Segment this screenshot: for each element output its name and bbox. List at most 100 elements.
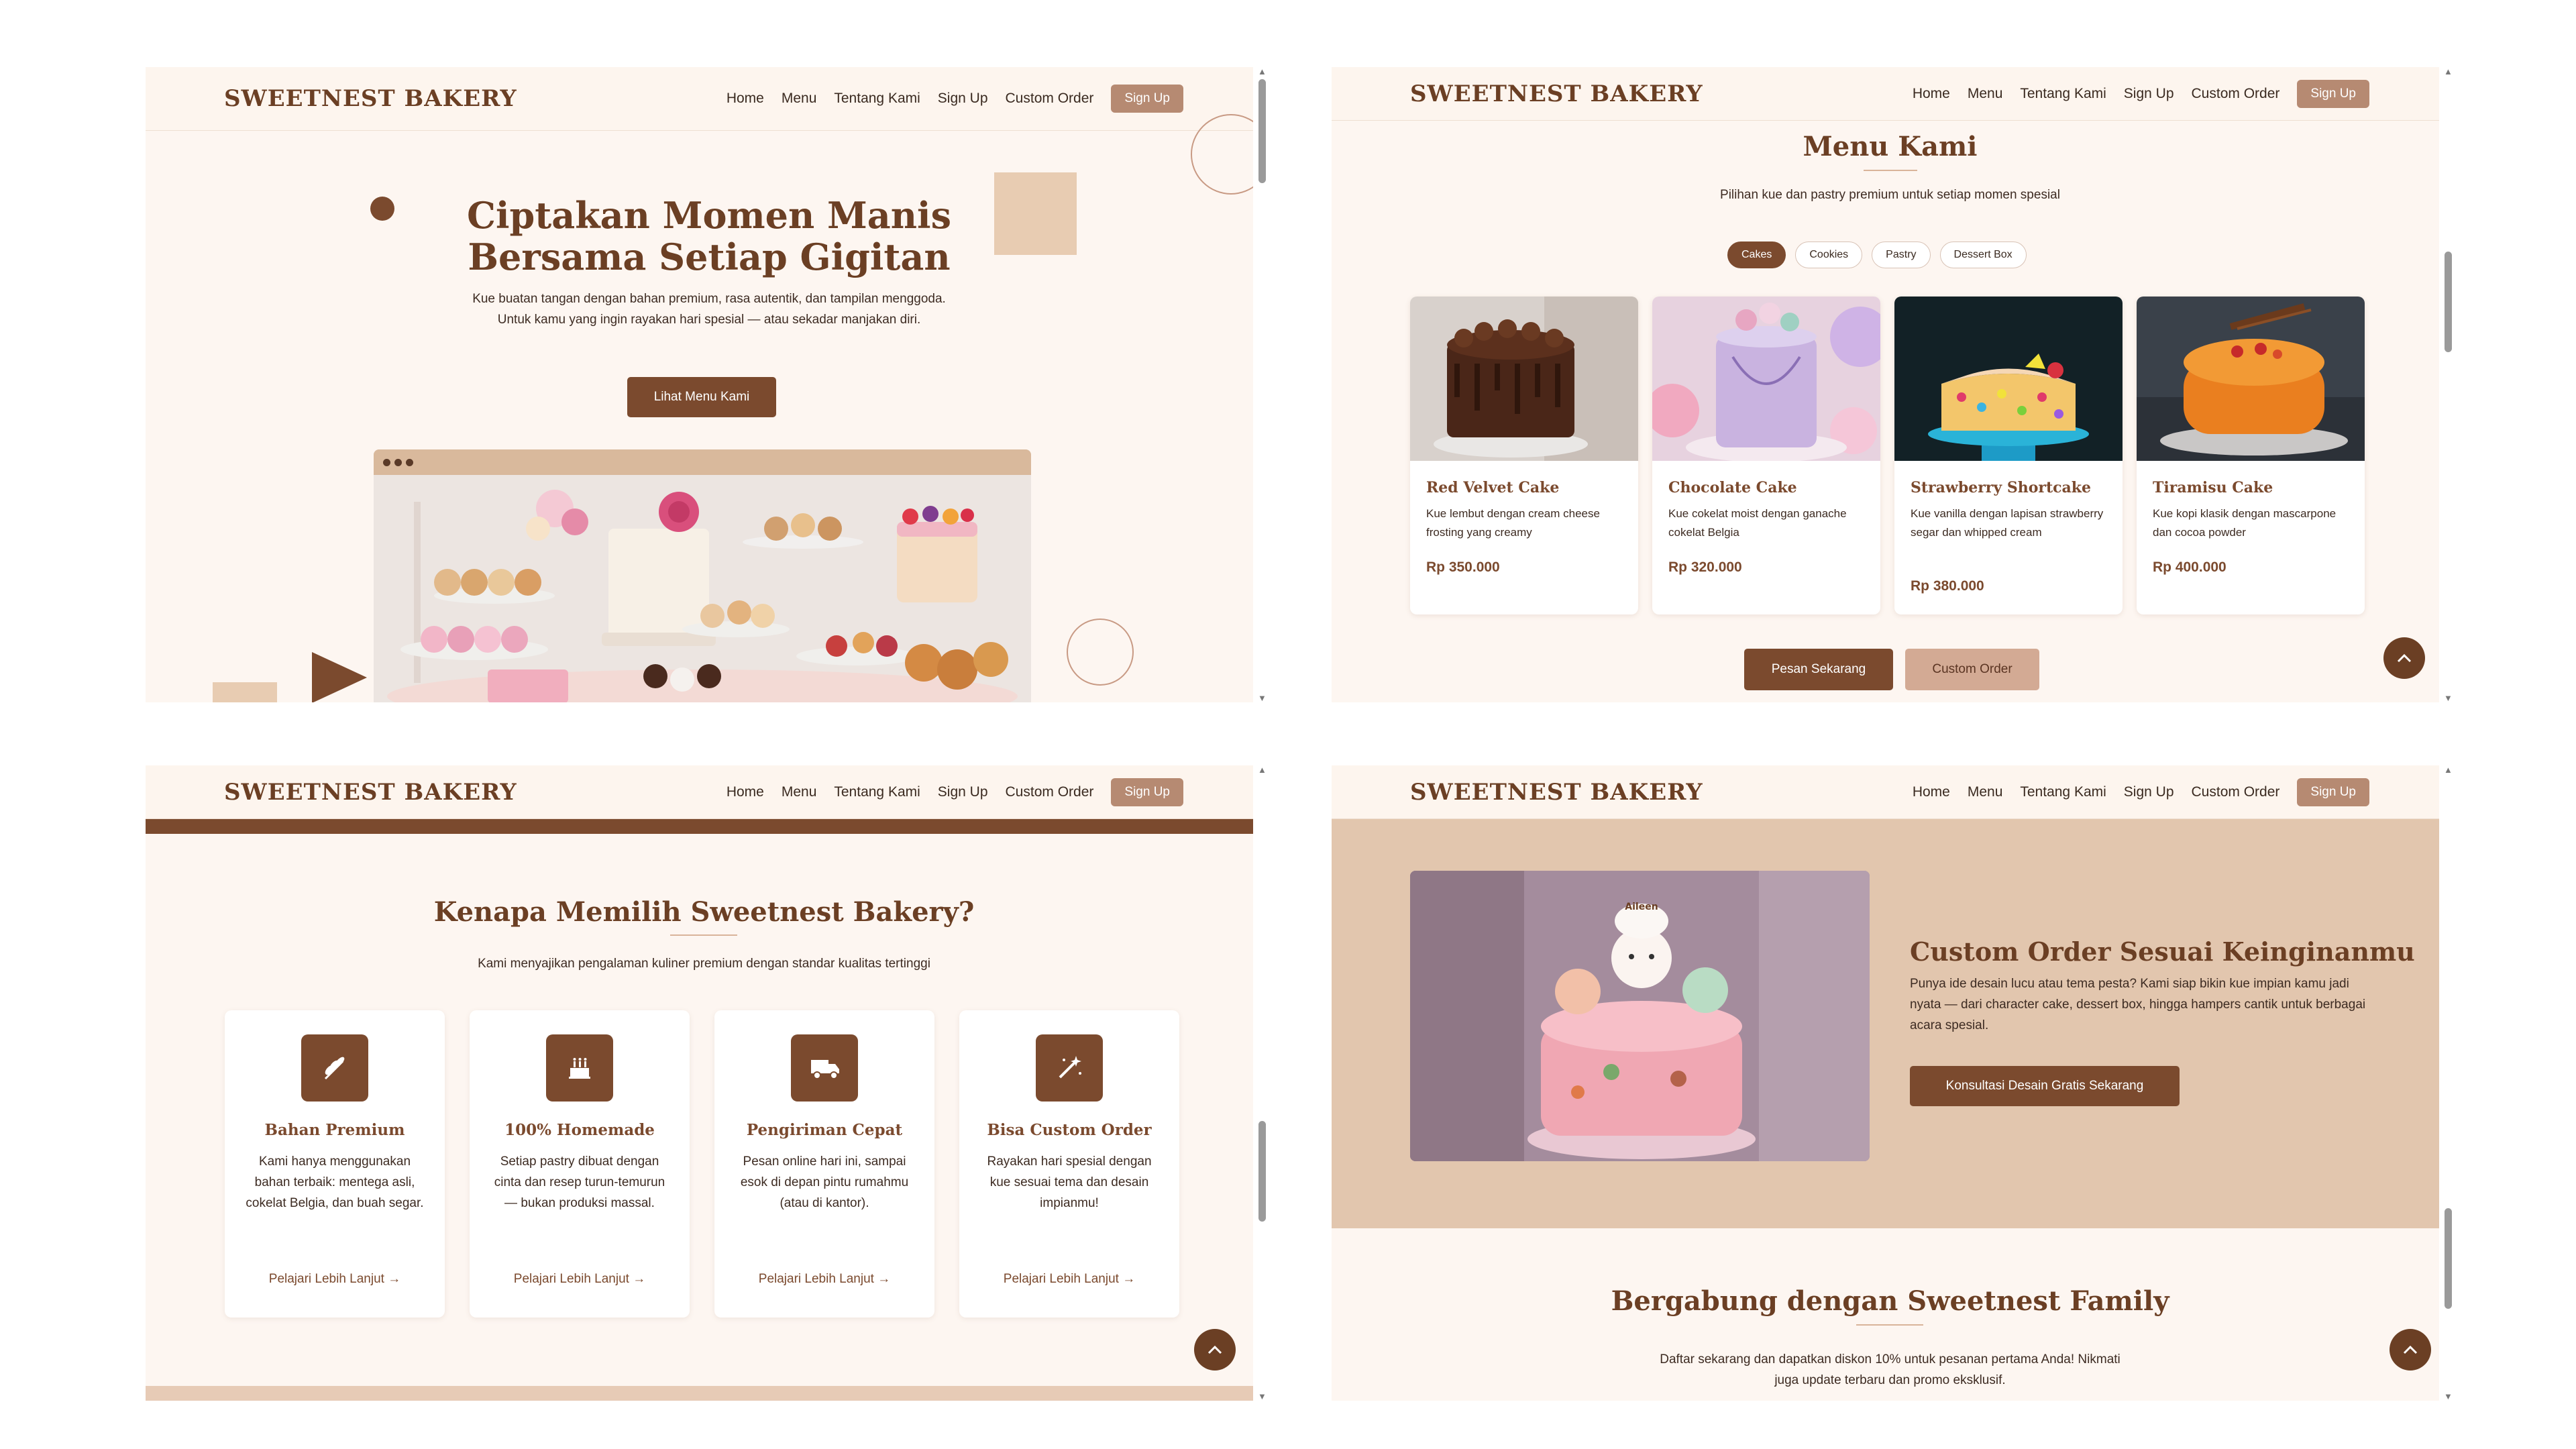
nav-home[interactable]: Home [727, 91, 764, 107]
page-scrollbar-1[interactable]: ▲ ▼ [1253, 67, 1272, 702]
nav-signup-link[interactable]: Sign Up [938, 784, 988, 800]
feature-title: Pengiriman Cepat [746, 1121, 903, 1139]
custom-order-button[interactable]: Custom Order [1905, 649, 2039, 690]
filter-cookies[interactable]: Cookies [1795, 241, 1863, 268]
navbar: SWEETNEST BAKERY Home Menu Tentang Kami … [1332, 765, 2449, 819]
back-to-top-button[interactable] [2390, 1329, 2431, 1371]
scroll-thumb[interactable] [1258, 79, 1266, 183]
consultation-button[interactable]: Konsultasi Desain Gratis Sekarang [1910, 1066, 2180, 1106]
feature-title: 100% Homemade [504, 1121, 655, 1139]
back-to-top-button[interactable] [2383, 637, 2425, 679]
nav-menu-link[interactable]: Menu [1968, 86, 2003, 102]
nav-signup-link[interactable]: Sign Up [2124, 86, 2174, 102]
nav-signup-link[interactable]: Sign Up [2124, 784, 2174, 800]
scroll-down-arrow[interactable]: ▼ [1258, 1392, 1267, 1401]
brand-logo[interactable]: SWEETNEST BAKERY [224, 85, 517, 112]
product-card[interactable]: Tiramisu Cake Kue kopi klasik dengan mas… [2137, 297, 2365, 614]
brand-logo[interactable]: SWEETNEST BAKERY [1410, 80, 1703, 107]
learn-more-link[interactable]: Pelajari Lebih Lanjut → [714, 1272, 934, 1287]
product-description: Kue cokelat moist dengan ganache cokelat… [1668, 507, 1847, 539]
nav-about[interactable]: Tentang Kami [2020, 784, 2106, 800]
scroll-up-arrow[interactable]: ▲ [2444, 67, 2453, 76]
scroll-down-arrow[interactable]: ▼ [2444, 1392, 2453, 1401]
nav-about[interactable]: Tentang Kami [2020, 86, 2106, 102]
product-card[interactable]: Chocolate Cake Kue cokelat moist dengan … [1652, 297, 1880, 614]
order-now-button[interactable]: Pesan Sekarang [1744, 649, 1893, 690]
product-name: Red Velvet Cake [1426, 479, 1560, 496]
decor-ring [1191, 114, 1263, 195]
decor-ring-small [1067, 619, 1134, 686]
page-scrollbar-4[interactable]: ▲ ▼ [2439, 765, 2458, 1401]
scroll-thumb[interactable] [2445, 252, 2452, 352]
back-to-top-button[interactable] [1194, 1329, 1236, 1371]
feature-card: Bisa Custom Order Rayakan hari spesial d… [959, 1010, 1179, 1318]
brand-logo[interactable]: SWEETNEST BAKERY [1410, 779, 1703, 806]
nav-about[interactable]: Tentang Kami [834, 784, 920, 800]
learn-more-link[interactable]: Pelajari Lebih Lanjut → [959, 1272, 1179, 1287]
nav-menu: Home Menu Tentang Kami Sign Up Custom Or… [727, 777, 1183, 806]
nav-custom-order[interactable]: Custom Order [1006, 784, 1094, 800]
nav-menu-link[interactable]: Menu [1968, 784, 2003, 800]
title-underline [1856, 1324, 1923, 1326]
signup-button[interactable]: Sign Up [2297, 777, 2369, 806]
signup-button[interactable]: Sign Up [1111, 777, 1183, 806]
menu-section-title: Menu Kami [1803, 131, 1978, 162]
nav-home[interactable]: Home [1913, 86, 1950, 102]
scroll-down-arrow[interactable]: ▼ [1258, 694, 1267, 702]
browser-mockup [374, 449, 1031, 702]
product-card[interactable]: Strawberry Shortcake Kue vanilla dengan … [1894, 297, 2123, 614]
feature-card: Pengiriman Cepat Pesan online hari ini, … [714, 1010, 934, 1318]
hero-title: Ciptakan Momen Manis Bersama Setiap Gigi… [467, 194, 951, 278]
nav-signup-link[interactable]: Sign Up [938, 91, 988, 107]
page-scrollbar-2[interactable]: ▲ ▼ [2439, 67, 2458, 702]
scroll-up-arrow[interactable]: ▲ [1258, 67, 1267, 76]
red-velvet-cake-image [1410, 297, 1638, 461]
title-underline [670, 934, 737, 936]
nav-custom-order[interactable]: Custom Order [1006, 91, 1094, 107]
scroll-up-arrow[interactable]: ▲ [1258, 765, 1267, 774]
filter-cakes[interactable]: Cakes [1727, 241, 1786, 268]
magic-wand-icon [1036, 1034, 1103, 1102]
chevron-up-icon [1208, 1345, 1222, 1354]
cake-icon [546, 1034, 613, 1102]
nav-custom-order[interactable]: Custom Order [2192, 784, 2280, 800]
truck-icon [791, 1034, 858, 1102]
product-card[interactable]: Red Velvet Cake Kue lembut dengan cream … [1410, 297, 1638, 614]
feature-title: Bahan Premium [264, 1121, 405, 1139]
footer-strip [146, 1386, 1263, 1401]
scroll-thumb[interactable] [2445, 1208, 2452, 1309]
nav-home[interactable]: Home [727, 784, 764, 800]
section-divider [146, 819, 1263, 834]
nav-menu-link[interactable]: Menu [782, 91, 817, 107]
nav-custom-order[interactable]: Custom Order [2192, 86, 2280, 102]
scroll-thumb[interactable] [1258, 1121, 1266, 1222]
scroll-down-arrow[interactable]: ▼ [2444, 694, 2453, 702]
menu-subtitle: Pilihan kue dan pastry premium untuk set… [1720, 188, 2060, 202]
join-description: Daftar sekarang dan dapatkan diskon 10% … [1660, 1352, 2121, 1387]
brand-logo[interactable]: SWEETNEST BAKERY [224, 779, 517, 806]
navbar: SWEETNEST BAKERY Home Menu Tentang Kami … [1332, 67, 2449, 121]
product-name: Chocolate Cake [1668, 479, 1797, 496]
chocolate-cake-image [1652, 297, 1880, 461]
learn-more-link[interactable]: Pelajari Lebih Lanjut → [225, 1272, 445, 1287]
view-menu-button[interactable]: Lihat Menu Kami [627, 377, 776, 417]
title-underline [1864, 170, 1917, 171]
nav-home[interactable]: Home [1913, 784, 1950, 800]
scroll-up-arrow[interactable]: ▲ [2444, 765, 2453, 774]
product-description: Kue kopi klasik dengan mascarpone dan co… [2153, 507, 2337, 539]
navbar: SWEETNEST BAKERY Home Menu Tentang Kami … [146, 67, 1263, 131]
feature-description: Setiap pastry dibuat dengan cinta dan re… [494, 1155, 665, 1210]
browser-dots [374, 449, 1031, 475]
filter-dessert-box[interactable]: Dessert Box [1939, 241, 2027, 268]
navbar: SWEETNEST BAKERY Home Menu Tentang Kami … [146, 765, 1263, 819]
learn-more-link[interactable]: Pelajari Lebih Lanjut → [470, 1272, 690, 1287]
chevron-up-icon [2403, 1345, 2418, 1354]
features-title: Kenapa Memilih Sweetnest Bakery? [433, 896, 975, 928]
filter-pastry[interactable]: Pastry [1872, 241, 1931, 268]
nav-about[interactable]: Tentang Kami [834, 91, 920, 107]
signup-button[interactable]: Sign Up [1111, 85, 1183, 113]
feature-description: Pesan online hari ini, sampai esok di de… [740, 1155, 909, 1210]
signup-button[interactable]: Sign Up [2297, 79, 2369, 108]
page-scrollbar-3[interactable]: ▲ ▼ [1253, 765, 1272, 1401]
nav-menu-link[interactable]: Menu [782, 784, 817, 800]
